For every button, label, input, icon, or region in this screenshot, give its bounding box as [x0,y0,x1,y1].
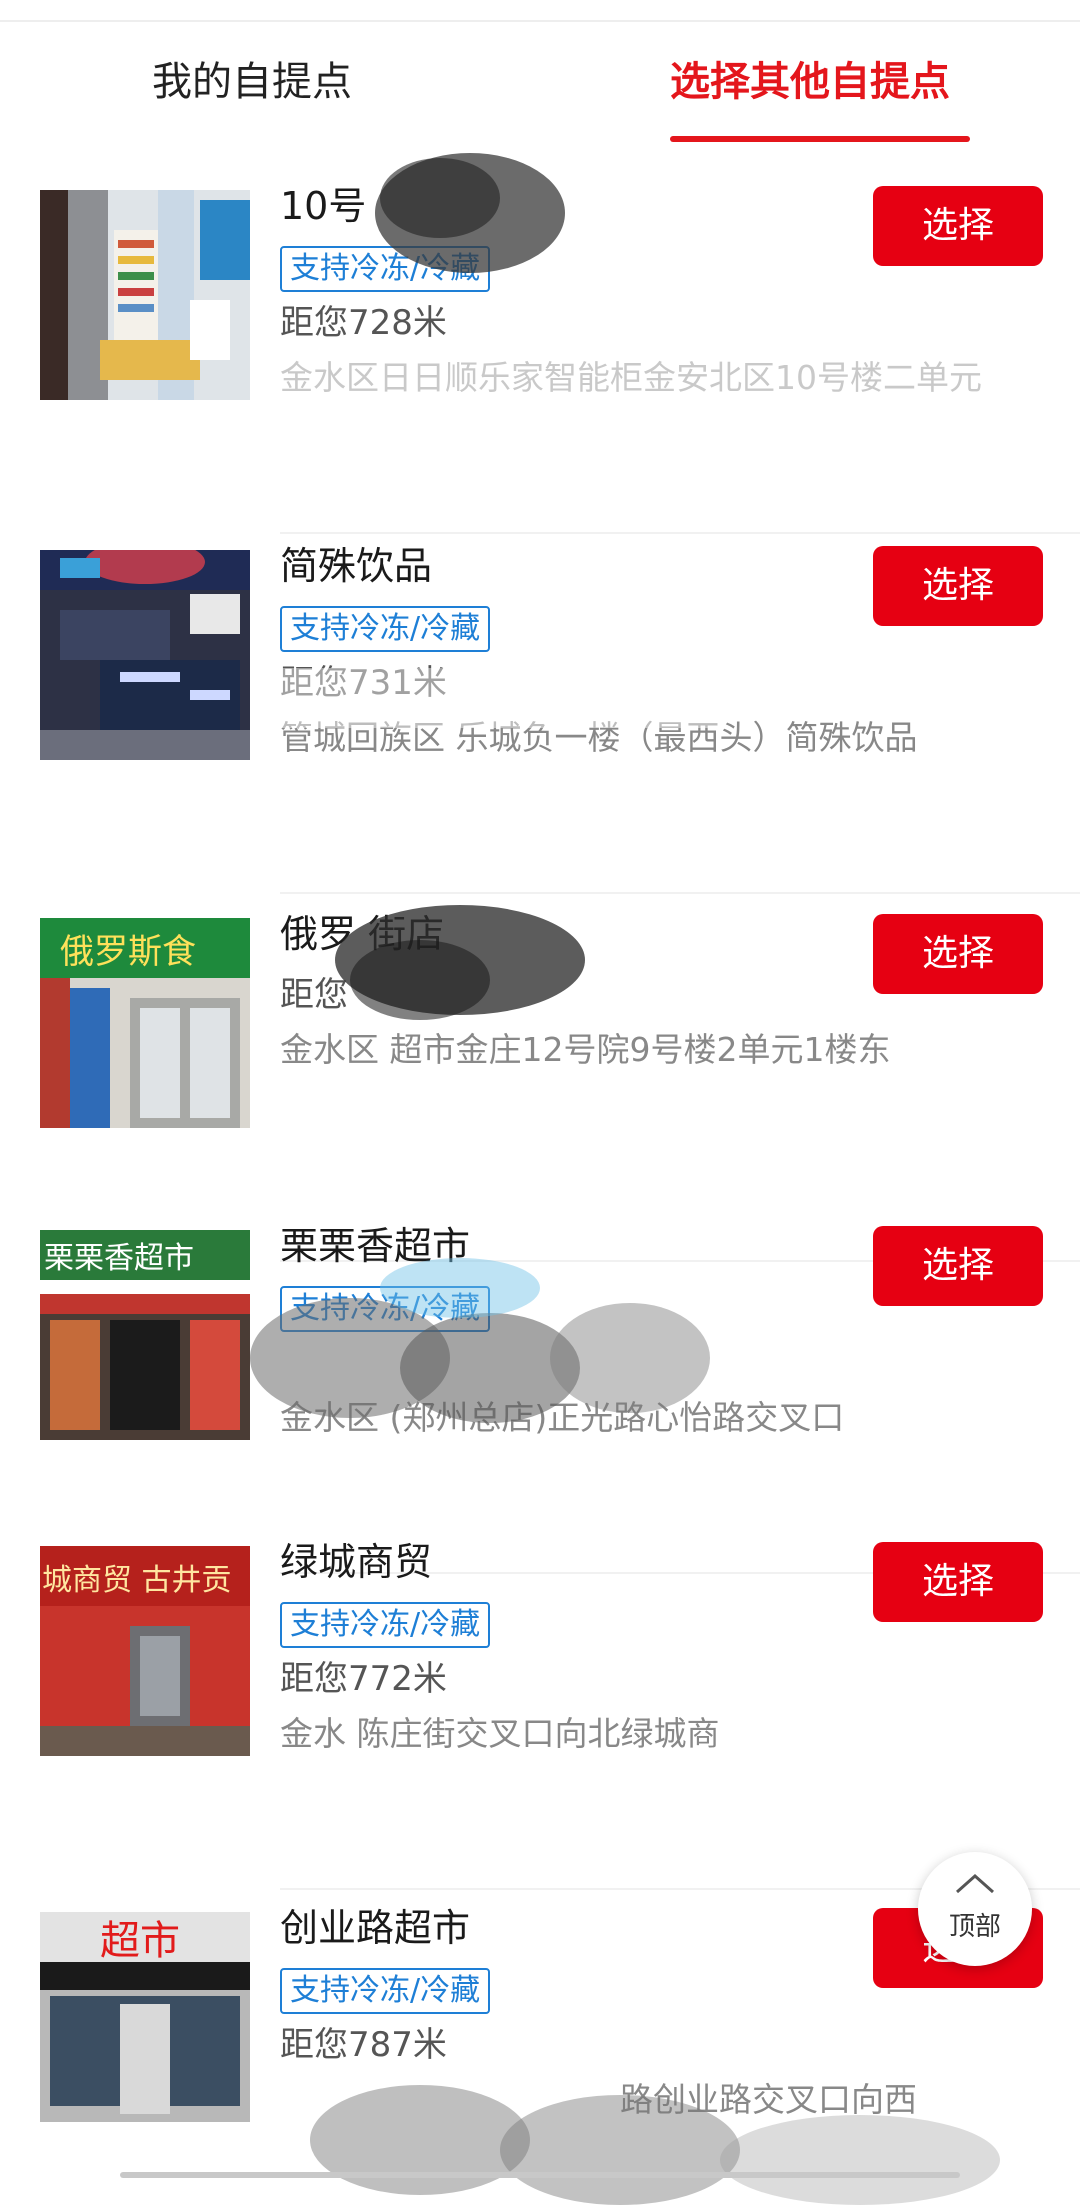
back-to-top-label: 顶部 [948,1912,1001,1942]
cold-storage-badge: 支持冷冻/冷藏 [280,246,491,292]
select-button[interactable]: 选择 [873,546,1043,626]
store-thumbnail: 栗栗香超市 [40,1230,250,1440]
store-thumbnail: 俄罗斯食 [40,918,250,1128]
select-button[interactable]: 选择 [873,1542,1043,1622]
tab-bar: 我的自提点 选择其他自提点 [0,22,1080,142]
item-divider [280,892,1080,894]
home-indicator [120,2172,960,2178]
thumb-sign-text: 栗栗香超市 [44,1241,194,1276]
store-distance: 距您787米 [280,2025,447,2065]
store-distance: 距您731米 [280,663,447,703]
store-address: 金水区 (郑州总店)正光路心怡路交叉口 [280,1398,845,1437]
select-button[interactable]: 选择 [873,186,1043,266]
select-button[interactable]: 选择 [873,1226,1043,1306]
cold-storage-badge: 支持冷冻/冷藏 [280,1602,491,1648]
store-name: 10号 [280,184,367,228]
store-address: 管城回族区 乐城负一楼（最西头）简殊饮品 [280,718,918,757]
list-item: 城商贸 古井贡 绿城商贸 支持冷冻/冷藏 距您772米 金水 陈庄街交叉口向北绿… [0,1524,1080,1890]
store-address: 金水区 超市金庄12号院9号楼2单元1楼东 [280,1030,891,1069]
store-thumbnail [40,190,250,400]
list-item: 简殊饮品 支持冷冻/冷藏 距您731米 管城回族区 乐城负一楼（最西头）简殊饮品… [0,528,1080,894]
store-name: 栗栗香超市 [280,1224,471,1268]
store-distance: 距您728米 [280,303,447,343]
list-item: 10号 支持冷冻/冷藏 距您728米 金水区日日顺乐家智能柜金安北区10号楼二单… [0,153,1080,534]
chevron-up-icon [956,1873,994,1894]
store-thumbnail [40,550,250,760]
store-address: 金水区日日顺乐家智能柜金安北区10号楼二单元 [280,358,982,397]
tab-other-pickup-points[interactable]: 选择其他自提点 [670,52,950,112]
store-name: 俄罗 街店 [280,912,445,956]
store-distance: 距您772米 [280,1659,447,1699]
tab-my-pickup-points[interactable]: 我的自提点 [152,52,352,112]
back-to-top-button[interactable]: 顶部 [918,1852,1032,1966]
cold-storage-badge: 支持冷冻/冷藏 [280,606,491,652]
cold-storage-badge: 支持冷冻/冷藏 [280,1286,491,1332]
store-thumbnail: 城商贸 古井贡 [40,1546,250,1756]
thumb-sign-text: 俄罗斯食 [60,932,196,972]
list-item: 栗栗香超市 栗栗香超市 支持冷冻/冷藏 金水区 (郑州总店)正光路心怡路交叉口 … [0,1208,1080,1574]
store-address: 路创业路交叉口向西 [620,2080,917,2119]
store-address: 金水 陈庄街交叉口向北绿城商 [280,1714,720,1753]
store-distance: 距您 [280,975,348,1015]
store-name: 绿城商贸 [280,1540,433,1584]
store-thumbnail: 超市 [40,1912,250,2122]
cold-storage-badge: 支持冷冻/冷藏 [280,1968,491,2014]
thumb-sign-text: 城商贸 古井贡 [42,1563,232,1598]
active-tab-indicator [670,136,970,142]
select-button[interactable]: 选择 [873,914,1043,994]
store-name: 创业路超市 [280,1906,471,1950]
store-name: 简殊饮品 [280,544,433,588]
thumb-sign-text: 超市 [100,1918,180,1964]
